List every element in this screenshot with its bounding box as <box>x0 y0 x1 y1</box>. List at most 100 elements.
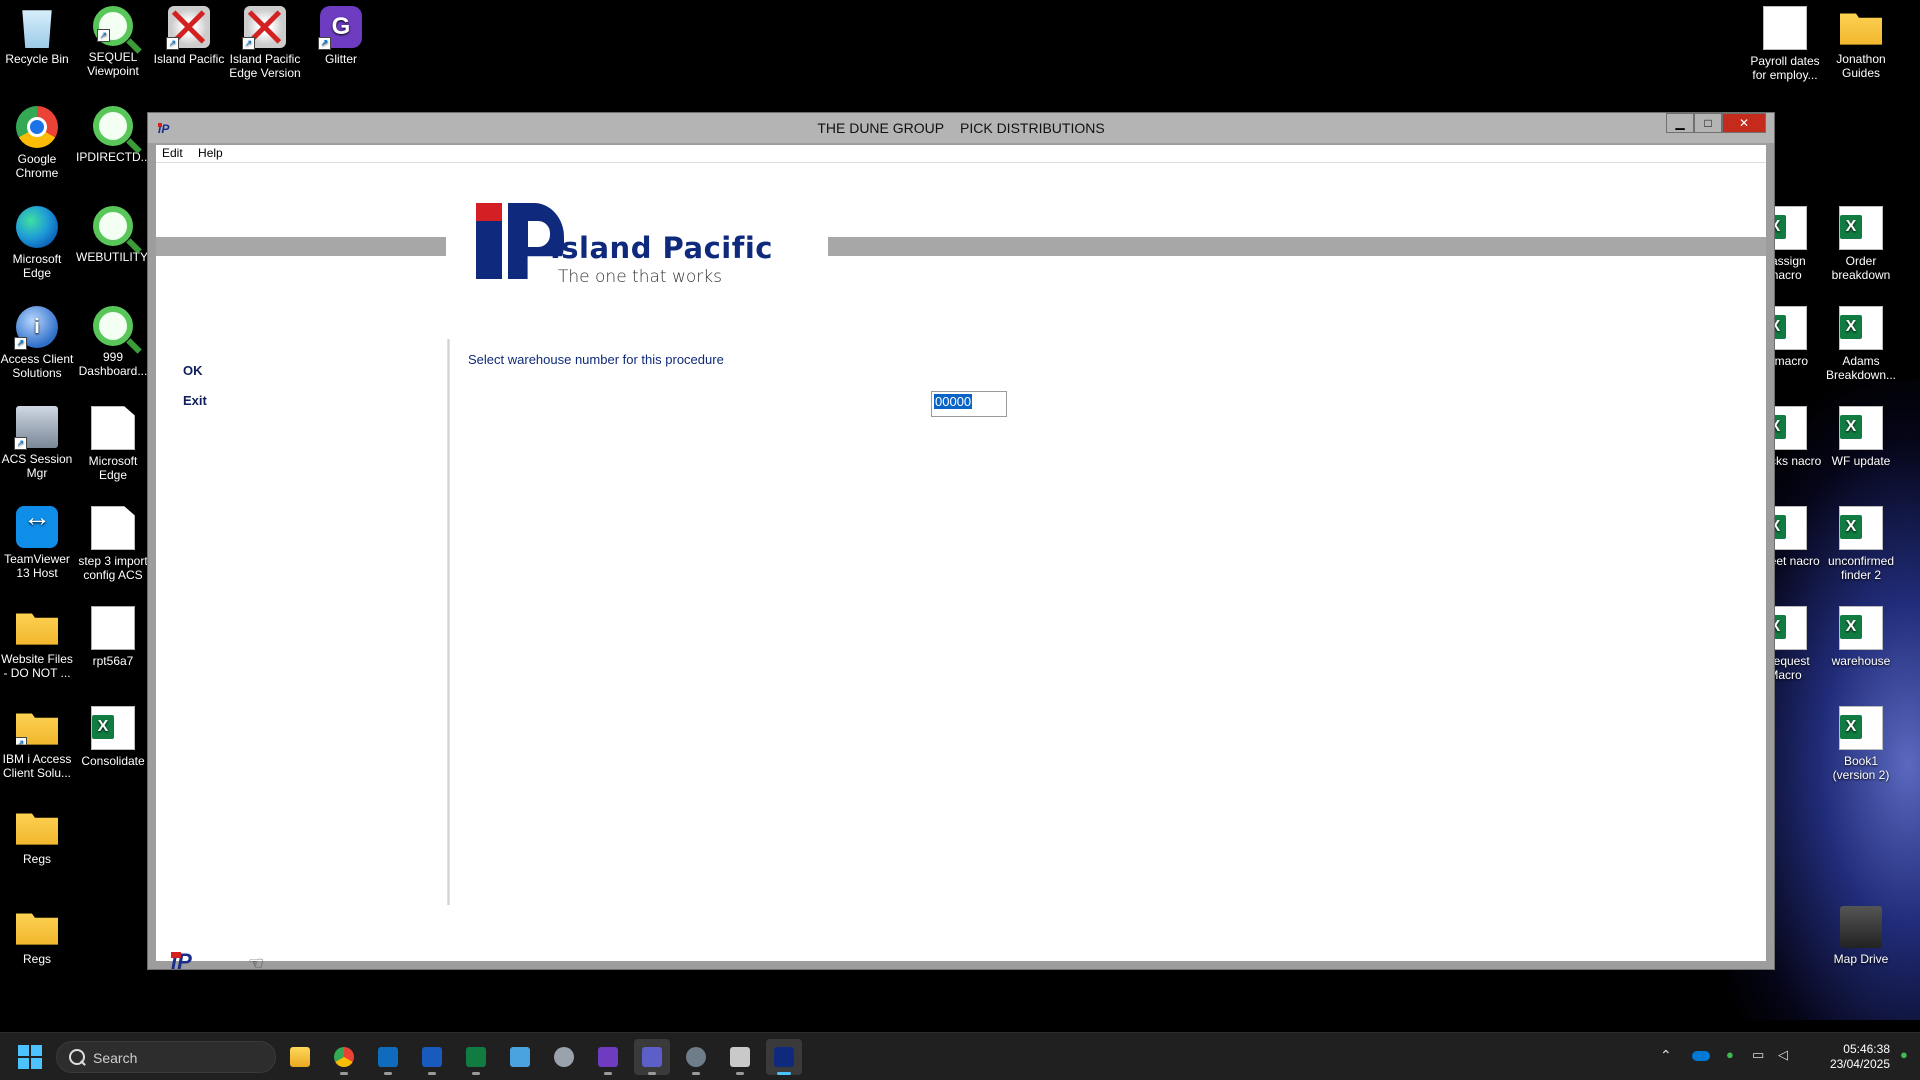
taskbar-search[interactable]: Search <box>56 1041 276 1073</box>
desktop-icon-google-chrome[interactable]: Google Chrome <box>0 106 74 180</box>
windows-logo-tile <box>18 1058 29 1069</box>
warehouse-prompt-label: Select warehouse number for this procedu… <box>468 352 724 367</box>
desktop-icon-label: Order breakdown <box>1831 254 1891 282</box>
chrome-icon <box>334 1047 354 1067</box>
desktop-icon-unconfirmed-finder[interactable]: unconfirmed finder 2 <box>1824 506 1898 582</box>
word-icon <box>422 1047 442 1067</box>
desktop-icon-jonathon-guides[interactable]: Jonathon Guides <box>1824 6 1898 80</box>
desktop-icon-label: Adams Breakdown... <box>1825 354 1897 382</box>
volume-icon[interactable]: ◁ <box>1778 1047 1788 1080</box>
desktop-icon-ipdirectd[interactable]: IPDIRECTD... <box>76 106 151 164</box>
app-icon <box>730 1047 750 1067</box>
report-icon <box>91 606 135 650</box>
taskbar-teams[interactable] <box>634 1039 670 1075</box>
maximize-button[interactable]: □ <box>1694 113 1722 133</box>
desktop-icon-acs-session-mgr[interactable]: ↗ ACS Session Mgr <box>0 406 74 480</box>
title-company: THE DUNE GROUP <box>817 120 945 136</box>
running-indicator <box>472 1072 480 1075</box>
desktop-icon-wf-update[interactable]: WF update <box>1824 406 1898 468</box>
network-icon[interactable]: ▭ <box>1752 1047 1764 1080</box>
windows-logo-tile <box>18 1045 29 1056</box>
taskbar-control-settings[interactable] <box>678 1039 714 1075</box>
excel-icon <box>1839 506 1883 550</box>
clock-time: 05:46:38 <box>1843 1042 1890 1056</box>
taskbar-outlook[interactable] <box>370 1039 406 1075</box>
desktop-icon-island-pacific[interactable]: ↗ Island Pacific <box>152 6 226 66</box>
excel-icon <box>1839 206 1883 250</box>
desktop-icon-teamviewer[interactable]: TeamViewer 13 Host <box>0 506 74 580</box>
chrome-icon <box>16 106 58 148</box>
desktop-icon-microsoft-edge-file[interactable]: Microsoft Edge <box>76 406 150 482</box>
microphone-icon[interactable]: ● <box>1726 1047 1734 1080</box>
glitter-icon: G ↗ <box>318 6 362 50</box>
desktop-icon-label: Regs <box>22 952 51 966</box>
desktop-icon-regs-2[interactable]: Regs <box>0 906 74 966</box>
desktop-icon-book1[interactable]: Book1 (version 2) <box>1824 706 1898 782</box>
taskbar: Search ⌃ ● ▭ ◁ 05:46:38 23/04/2025 ● <box>0 1032 1920 1080</box>
folder-icon <box>1840 13 1882 45</box>
desktop-icon-label: Access Client Solutions <box>0 352 74 380</box>
desktop-icon-access-client[interactable]: i ↗ Access Client Solutions <box>0 306 74 380</box>
desktop-icon-website-files[interactable]: Website Files - DO NOT ... <box>0 606 74 680</box>
file-explorer-icon <box>290 1047 310 1067</box>
desktop-icon-label: Island Pacific Edge Version <box>229 52 301 80</box>
tray-overflow-chevron-icon[interactable]: ⌃ <box>1660 1047 1672 1080</box>
desktop-icon-warehouse[interactable]: warehouse <box>1824 606 1898 668</box>
running-indicator <box>384 1072 392 1075</box>
running-indicator <box>736 1072 744 1075</box>
desktop-icon-sequel-viewpoint[interactable]: ↗ SEQUEL Viewpoint <box>76 6 150 78</box>
taskbar-app[interactable] <box>722 1039 758 1075</box>
taskbar-chrome[interactable] <box>326 1039 362 1075</box>
taskbar-glitter[interactable] <box>590 1039 626 1075</box>
close-button[interactable]: ✕ <box>1722 113 1766 133</box>
notepad-icon <box>510 1047 530 1067</box>
desktop-icon-island-pacific-edge[interactable]: ↗ Island Pacific Edge Version <box>228 6 302 80</box>
desktop-icon-999-dashboard[interactable]: 999 Dashboard... <box>76 306 150 378</box>
window-titlebar[interactable]: iP THE DUNE GROUP PICK DISTRIBUTIONS ▁ □… <box>148 113 1774 143</box>
menu-edit[interactable]: Edit <box>156 145 189 160</box>
exit-option[interactable]: Exit <box>183 393 207 408</box>
pointing-hand-icon[interactable]: ☜ <box>248 954 278 972</box>
desktop-icon-recycle-bin[interactable]: Recycle Bin <box>0 6 74 66</box>
running-indicator <box>777 1072 791 1075</box>
minimize-button[interactable]: ▁ <box>1666 113 1694 133</box>
warehouse-input[interactable]: 00000 <box>931 391 1007 417</box>
teams-icon <box>642 1047 662 1067</box>
taskbar-excel[interactable] <box>458 1039 494 1075</box>
desktop-icon-consolidate[interactable]: Consolidate <box>76 706 150 768</box>
desktop-icon-label: Glitter <box>324 52 357 66</box>
desktop-icon-order-breakdown[interactable]: Order breakdown <box>1824 206 1898 282</box>
desktop-icon-ibm-access[interactable]: ↗ IBM i Access Client Solu... <box>0 706 74 780</box>
running-indicator <box>340 1072 348 1075</box>
desktop-icon-label: IBM i Access Client Solu... <box>2 752 72 780</box>
taskbar-island-pacific[interactable] <box>766 1039 802 1075</box>
taskbar-clock[interactable]: 05:46:38 23/04/2025 <box>1826 1042 1890 1072</box>
desktop-icon-label: Jonathon Guides <box>1836 52 1886 80</box>
taskbar-word[interactable] <box>414 1039 450 1075</box>
sequel-icon <box>93 306 133 346</box>
taskbar-notepad[interactable] <box>502 1039 538 1075</box>
panel-divider <box>447 339 450 905</box>
desktop-icon-step3-config[interactable]: step 3 import config ACS <box>76 506 150 582</box>
running-indicator <box>604 1072 612 1075</box>
island-pacific-icon: ↗ <box>242 6 286 50</box>
taskbar-settings[interactable] <box>546 1039 582 1075</box>
desktop-icon-glitter[interactable]: G ↗ Glitter <box>304 6 378 66</box>
start-button[interactable] <box>18 1045 42 1069</box>
desktop-icon-map-drive[interactable]: Map Drive <box>1824 906 1898 966</box>
desktop-icon-label: rpt56a7 <box>92 654 134 668</box>
island-pacific-icon: iP <box>171 950 217 974</box>
running-indicator <box>428 1072 436 1075</box>
notification-bell-icon[interactable]: ● <box>1900 1047 1908 1080</box>
ok-option[interactable]: OK <box>183 363 203 378</box>
desktop-icon-rpt56a7[interactable]: rpt56a7 <box>76 606 150 668</box>
desktop-icon-label: Consolidate <box>81 754 145 768</box>
desktop-icon-microsoft-edge[interactable]: Microsoft Edge <box>0 206 74 280</box>
desktop-icon-payroll-dates[interactable]: Payroll dates for employ... <box>1748 6 1822 82</box>
desktop-icon-adams-breakdown[interactable]: Adams Breakdown... <box>1824 306 1898 382</box>
desktop-icon-regs-1[interactable]: Regs <box>0 806 74 866</box>
onedrive-icon[interactable] <box>1692 1051 1710 1061</box>
taskbar-file-explorer[interactable] <box>282 1039 318 1075</box>
desktop-icon-webutility[interactable]: WEBUTILITY... <box>76 206 156 264</box>
menu-help[interactable]: Help <box>192 145 229 160</box>
